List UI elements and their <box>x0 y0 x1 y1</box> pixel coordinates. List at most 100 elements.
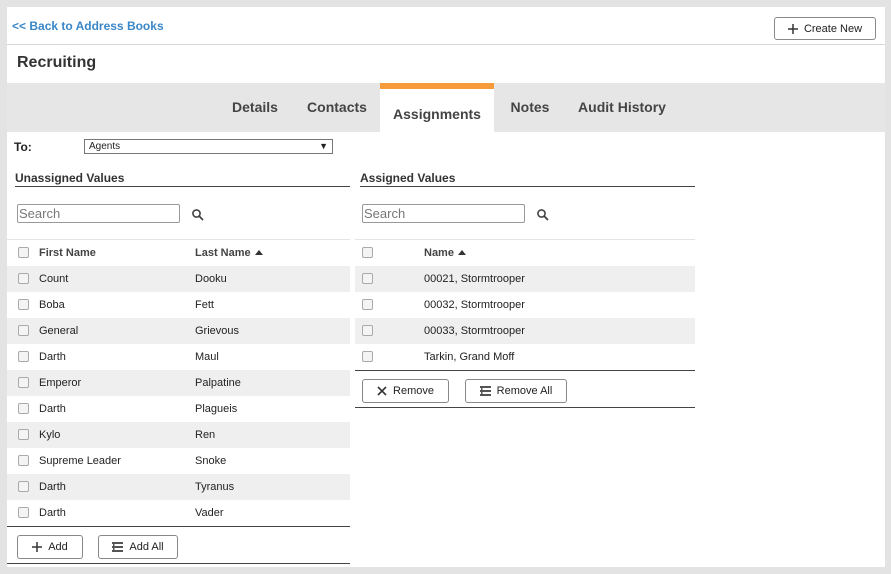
first-name-cell: Emperor <box>39 377 82 389</box>
row-checkbox[interactable] <box>18 507 29 518</box>
tab-details[interactable]: Details <box>219 83 291 132</box>
last-name-cell: Vader <box>195 507 224 519</box>
table-row[interactable]: Emperor Palpatine <box>7 370 350 396</box>
select-all-checkbox[interactable] <box>362 247 373 258</box>
last-name-cell: Palpatine <box>195 377 241 389</box>
row-checkbox[interactable] <box>18 403 29 414</box>
assigned-values-title: Assigned Values <box>360 171 695 187</box>
table-row[interactable]: Boba Fett <box>7 292 350 318</box>
first-name-cell: Darth <box>39 403 66 415</box>
close-icon <box>377 386 387 396</box>
tab-bar: Details Contacts Assignments Notes Audit… <box>7 83 885 132</box>
to-select[interactable]: Agents ▼ <box>84 139 333 154</box>
first-name-cell: General <box>39 325 79 337</box>
add-all-button[interactable]: Add All <box>98 535 178 559</box>
last-name-cell: Grievous <box>195 325 240 337</box>
assigned-table-header: Name <box>355 239 695 266</box>
remove-all-button[interactable]: Remove All <box>465 379 567 403</box>
table-row[interactable]: 00021, Stormtrooper <box>355 266 695 292</box>
unassigned-table-header: First Name Last Name <box>7 239 350 266</box>
sort-ascending-icon <box>254 250 263 255</box>
row-checkbox[interactable] <box>18 429 29 440</box>
assigned-action-bar: Remove Remove All <box>355 370 695 408</box>
sort-ascending-icon <box>457 250 466 255</box>
remove-label: Remove <box>393 385 434 397</box>
last-name-cell: Tyranus <box>195 481 235 493</box>
remove-button[interactable]: Remove <box>362 379 449 403</box>
table-row[interactable]: Darth Maul <box>7 344 350 370</box>
last-name-cell: Plagueis <box>195 403 238 415</box>
page-title: Recruiting <box>17 54 97 71</box>
table-row[interactable]: Darth Tyranus <box>7 474 350 500</box>
assigned-rows: 00021, Stormtrooper 00032, Stormtrooper 00… <box>355 266 695 370</box>
create-new-label: Create New <box>803 22 863 35</box>
first-name-cell: Darth <box>39 507 66 519</box>
name-cell: Tarkin, Grand Moff <box>424 351 515 363</box>
plus-icon <box>787 23 798 34</box>
table-row[interactable]: Tarkin, Grand Moff <box>355 344 695 370</box>
assigned-table: Name 00021, Stormtrooper 00032, Stormtroo… <box>355 239 695 370</box>
remove-all-label: Remove All <box>496 385 553 397</box>
first-name-cell: Kylo <box>39 429 61 441</box>
first-name-cell: Darth <box>39 481 66 493</box>
table-row[interactable]: 00032, Stormtrooper <box>355 292 695 318</box>
row-checkbox[interactable] <box>18 299 29 310</box>
create-new-button[interactable]: Create New <box>774 17 876 40</box>
assigned-search-input[interactable]: Search <box>362 204 525 223</box>
unassigned-table: First Name Last Name Count Dooku Boba Fett G… <box>7 239 350 526</box>
name-column-header[interactable]: Name <box>424 240 466 266</box>
last-name-cell: Ren <box>195 429 216 441</box>
last-name-cell: Fett <box>195 299 214 311</box>
row-checkbox[interactable] <box>362 299 373 310</box>
row-checkbox[interactable] <box>362 273 373 284</box>
row-checkbox[interactable] <box>18 377 29 388</box>
last-name-cell: Dooku <box>195 273 227 285</box>
table-row[interactable]: Count Dooku <box>7 266 350 292</box>
table-row[interactable]: General Grievous <box>7 318 350 344</box>
tab-assignments[interactable]: Assignments <box>380 83 494 132</box>
unassigned-action-bar: Add Add All <box>7 526 350 564</box>
back-to-address-books-link[interactable]: << Back to Address Books <box>12 19 164 33</box>
add-button[interactable]: Add <box>17 535 83 559</box>
tab-contacts[interactable]: Contacts <box>299 83 375 132</box>
list-icon <box>112 542 124 552</box>
dropdown-arrow-icon: ▼ <box>319 141 328 151</box>
last-name-cell: Maul <box>195 351 219 363</box>
search-icon[interactable] <box>191 208 205 222</box>
first-name-column-header[interactable]: First Name <box>39 240 96 266</box>
table-row[interactable]: Darth Vader <box>7 500 350 526</box>
row-checkbox[interactable] <box>362 351 373 362</box>
tab-audit-history[interactable]: Audit History <box>572 83 672 132</box>
unassigned-values-title: Unassigned Values <box>15 171 350 187</box>
row-checkbox[interactable] <box>18 481 29 492</box>
table-row[interactable]: Supreme Leader Snoke <box>7 448 350 474</box>
row-checkbox[interactable] <box>18 325 29 336</box>
first-name-cell: Count <box>39 273 69 285</box>
select-all-checkbox[interactable] <box>18 247 29 258</box>
table-row[interactable]: 00033, Stormtrooper <box>355 318 695 344</box>
name-cell: 00021, Stormtrooper <box>424 273 525 285</box>
to-selected-value: Agents <box>89 141 121 152</box>
table-row[interactable]: Darth Plagueis <box>7 396 350 422</box>
row-checkbox[interactable] <box>18 351 29 362</box>
search-icon[interactable] <box>536 208 550 222</box>
to-label: To: <box>14 140 32 154</box>
list-icon <box>479 386 491 396</box>
last-name-cell: Snoke <box>195 455 227 467</box>
first-name-cell: Boba <box>39 299 65 311</box>
name-cell: 00033, Stormtrooper <box>424 325 525 337</box>
unassigned-rows: Count Dooku Boba Fett General Grievous Darth Ma… <box>7 266 350 526</box>
plus-icon <box>32 542 43 552</box>
add-label: Add <box>48 541 68 553</box>
add-all-label: Add All <box>129 541 164 553</box>
table-row[interactable]: Kylo Ren <box>7 422 350 448</box>
tab-notes[interactable]: Notes <box>504 83 556 132</box>
row-checkbox[interactable] <box>18 455 29 466</box>
unassigned-search-input[interactable]: Search <box>17 204 180 223</box>
top-bar: << Back to Address Books Create New <box>7 7 885 45</box>
last-name-column-header[interactable]: Last Name <box>195 240 263 266</box>
row-checkbox[interactable] <box>18 273 29 284</box>
first-name-cell: Supreme Leader <box>39 455 121 467</box>
row-checkbox[interactable] <box>362 325 373 336</box>
first-name-cell: Darth <box>39 351 66 363</box>
